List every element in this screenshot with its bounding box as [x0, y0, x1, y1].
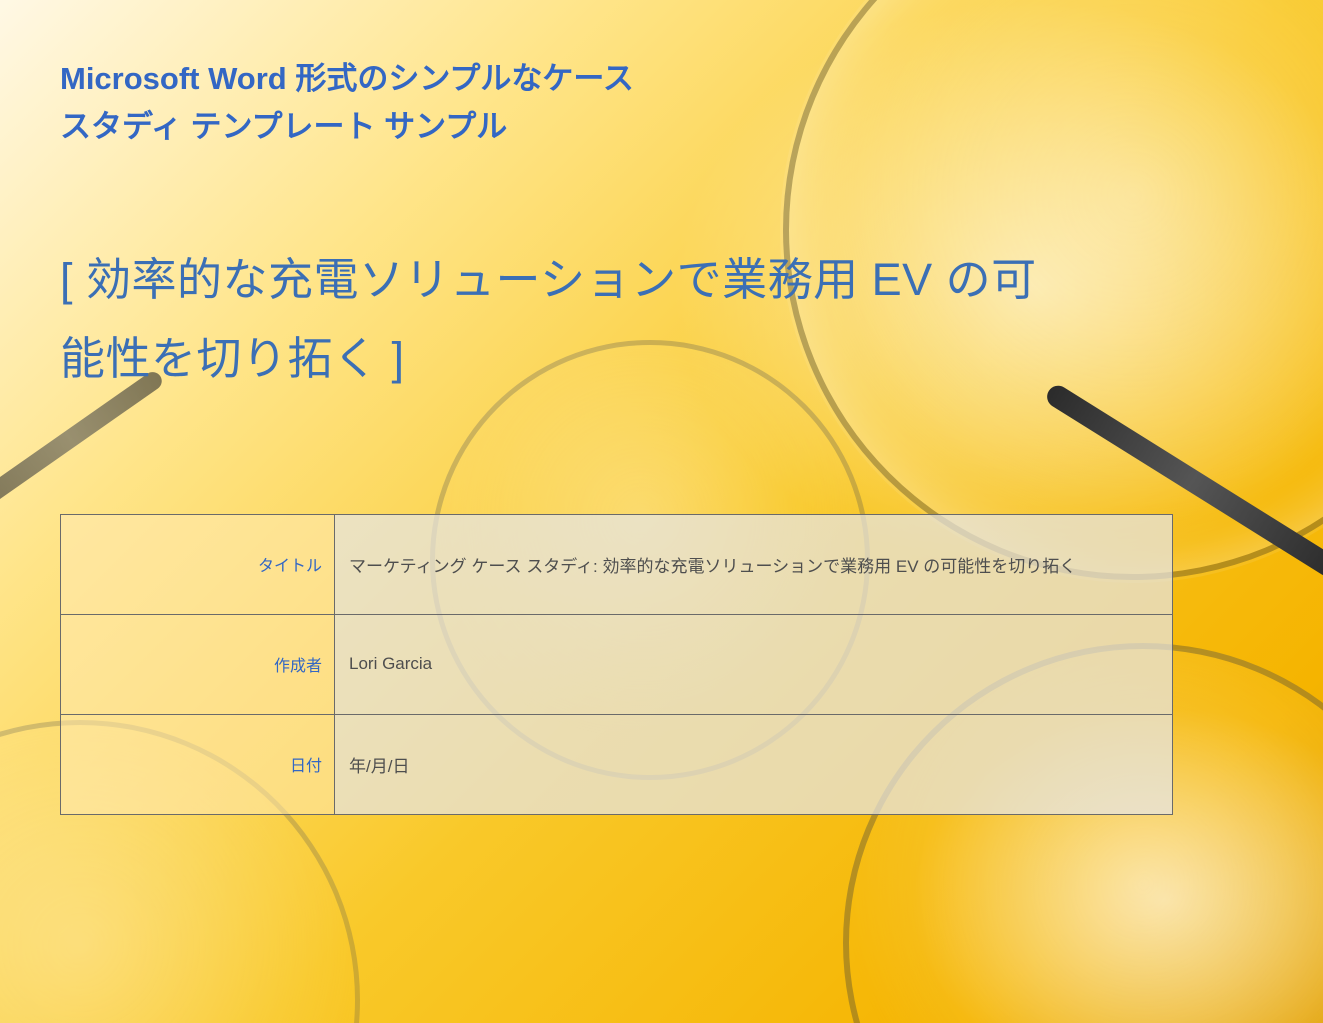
table-row: タイトル マーケティング ケース スタディ: 効率的な充電ソリューションで業務用… [61, 514, 1173, 614]
field-label-title: タイトル [61, 514, 335, 614]
field-value-title: マーケティング ケース スタディ: 効率的な充電ソリューションで業務用 EV の… [335, 514, 1173, 614]
document-title-line2: スタディ テンプレート サンプル [60, 109, 507, 144]
document-title-line1: Microsoft Word 形式のシンプルなケース [60, 61, 634, 96]
field-label-date: 日付 [61, 714, 335, 814]
case-study-title: [ 効率的な充電ソリューションで業務用 EV の可能性を切り拓く ] [60, 241, 1080, 399]
field-label-author: 作成者 [61, 614, 335, 714]
field-value-author: Lori Garcia [335, 614, 1173, 714]
table-row: 作成者 Lori Garcia [61, 614, 1173, 714]
table-row: 日付 年/月/日 [61, 714, 1173, 814]
document-page: Microsoft Word 形式のシンプルなケース スタディ テンプレート サ… [0, 0, 1323, 1023]
field-value-date: 年/月/日 [335, 714, 1173, 814]
metadata-table: タイトル マーケティング ケース スタディ: 効率的な充電ソリューションで業務用… [60, 514, 1173, 815]
document-title: Microsoft Word 形式のシンプルなケース スタディ テンプレート サ… [60, 55, 840, 151]
